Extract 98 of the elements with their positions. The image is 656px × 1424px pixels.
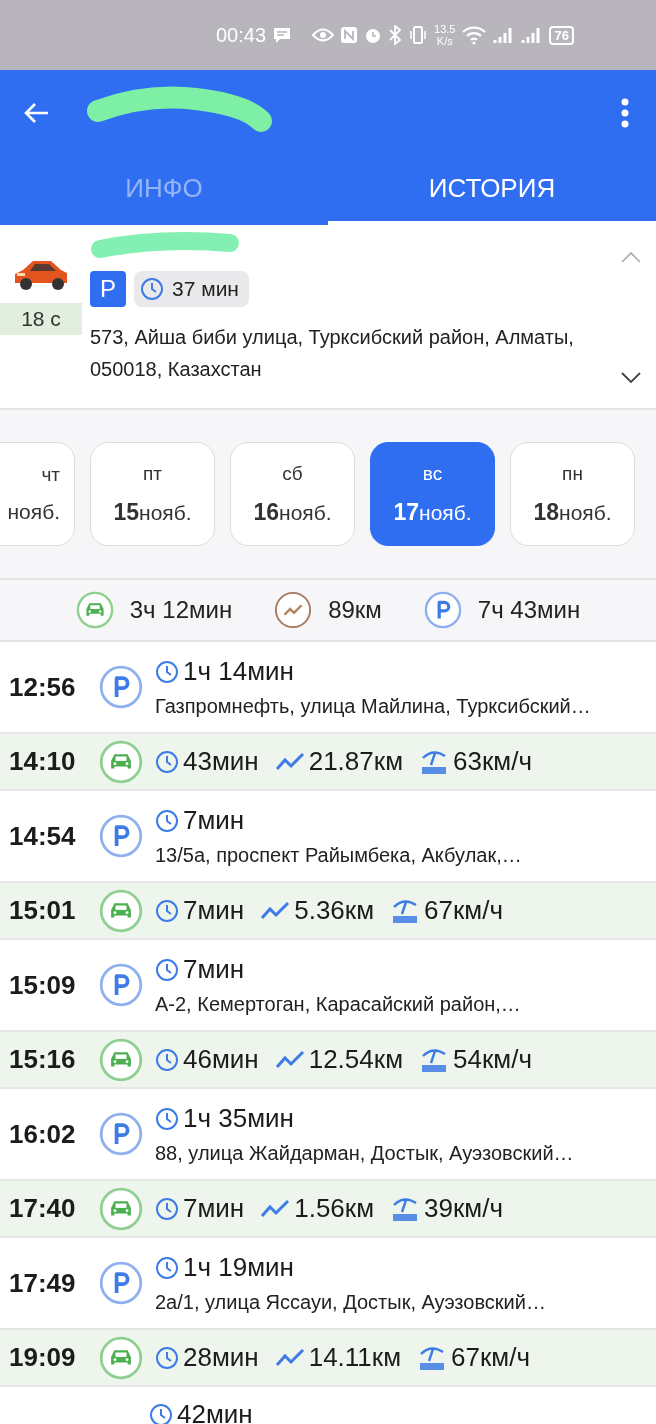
parking-address: Газпромнефть, улица Майлина, Турксибский…	[155, 695, 591, 718]
clock-icon	[155, 1196, 179, 1221]
car-icon	[75, 591, 114, 629]
row-time: 15:09	[9, 969, 77, 1001]
parking-icon	[99, 1112, 143, 1156]
parking-duration: 7мин	[183, 954, 245, 985]
row-time: 14:54	[9, 820, 77, 852]
last-update-label: 18 с	[0, 303, 82, 335]
duration-chip: 37 мин	[134, 271, 249, 307]
car-icon	[99, 1335, 143, 1380]
parking-badge: P	[90, 271, 126, 307]
parking-duration: 42мин	[177, 1399, 253, 1424]
car-icon	[99, 1037, 143, 1082]
more-options-icon[interactable]	[620, 96, 630, 129]
route-icon	[274, 751, 305, 772]
trip-duration: 43мин	[183, 746, 259, 777]
clock-icon	[155, 1255, 179, 1280]
parking-icon	[423, 591, 462, 629]
trip-distance: 14.11км	[308, 1342, 402, 1373]
car-icon	[99, 888, 143, 933]
trip-distance: 12.54км	[308, 1044, 403, 1075]
row-time: 17:49	[9, 1267, 77, 1299]
trip-row[interactable]: 17:40 7мин 1.56км 39км/ч	[0, 1181, 656, 1238]
clock-icon	[155, 808, 179, 833]
max-speed: 67км/ч	[451, 1342, 531, 1373]
message-icon	[272, 26, 293, 44]
trip-row[interactable]: 19:09 28мин 14.11км 67км/ч	[0, 1330, 656, 1387]
route-icon	[260, 1198, 291, 1219]
parking-duration: 1ч 35мин	[183, 1103, 294, 1134]
clock-icon	[140, 277, 164, 301]
day-chip[interactable]: пн 18нояб.	[510, 442, 635, 546]
route-icon	[274, 1347, 305, 1368]
trip-distance: 5.36км	[294, 895, 375, 926]
parking-icon	[99, 963, 143, 1007]
bluetooth-icon	[388, 25, 403, 45]
back-arrow-icon[interactable]	[24, 101, 50, 124]
car-icon	[99, 1186, 143, 1231]
row-time: 16:02	[9, 1118, 77, 1150]
parking-icon	[99, 665, 143, 709]
day-chip[interactable]: вс 17нояб.	[370, 442, 495, 546]
trip-duration: 46мин	[183, 1044, 259, 1075]
route-icon	[260, 900, 291, 921]
day-chip[interactable]: пт 15нояб.	[90, 442, 215, 546]
chevron-down-icon[interactable]	[621, 372, 641, 384]
clock-icon	[155, 957, 179, 982]
parking-icon	[99, 1261, 143, 1305]
trip-row[interactable]: 14:10 43мин 21.87км 63км/ч	[0, 734, 656, 791]
clock-icon	[155, 1047, 179, 1072]
row-time: 15:16	[9, 1044, 77, 1075]
row-time: 19:09	[9, 1342, 77, 1373]
parking-address: 88, улица Жайдарман, Достык, Ауэзовский…	[155, 1142, 574, 1165]
parking-duration: 1ч 14мин	[183, 656, 294, 687]
vibrate-icon	[408, 25, 429, 45]
clock-icon	[155, 659, 179, 684]
alarm-icon	[364, 26, 383, 44]
trip-duration: 7мин	[183, 1193, 245, 1224]
parking-address: 2а/1, улица Яссауи, Достык, Ауэзовский…	[155, 1291, 546, 1314]
parking-address: 13/5а, проспект Райымбека, Акбулак,…	[155, 844, 522, 867]
clock-icon	[155, 898, 179, 923]
clock-icon	[149, 1402, 173, 1424]
parking-address: А-2, Кемертоган, Карасайский район,…	[155, 993, 521, 1016]
eye-icon	[312, 27, 335, 43]
row-time: 17:40	[9, 1193, 77, 1224]
clock-icon	[155, 749, 179, 774]
row-time: 15:01	[9, 895, 77, 926]
battery-level: 76	[549, 25, 574, 45]
vehicle-address: 573, Айша биби улица, Турксибский район, Алматы, 050018, Казахстан	[90, 325, 575, 382]
wifi-icon	[461, 25, 488, 45]
parking-total: 7ч 43мин	[477, 596, 581, 624]
trip-distance: 1.56км	[294, 1193, 375, 1224]
trip-duration: 7мин	[183, 895, 245, 926]
chevron-up-icon[interactable]	[621, 251, 641, 263]
trip-duration: 28мин	[183, 1342, 259, 1373]
status-time: 00:43	[216, 23, 267, 47]
max-speed: 67км/ч	[424, 895, 504, 926]
row-time: 14:10	[9, 746, 77, 777]
parking-duration: 7мин	[183, 805, 245, 836]
trip-distance: 21.87км	[308, 746, 403, 777]
trip-row[interactable]: 15:16 46мин 12.54км 54км/ч	[0, 1032, 656, 1089]
clock-icon	[155, 1345, 179, 1370]
distance-total: 89км	[328, 596, 382, 624]
route-icon	[274, 1049, 305, 1070]
network-speed: 13.5 K/s	[434, 23, 456, 47]
day-chip[interactable]: сб 16нояб.	[230, 442, 355, 546]
parking-icon	[99, 814, 143, 858]
trend-icon	[274, 591, 313, 629]
driving-total: 3ч 12мин	[129, 596, 233, 624]
tab[interactable]: ИСТОРИЯ	[328, 155, 656, 225]
max-speed: 39км/ч	[424, 1193, 504, 1224]
car-icon	[99, 739, 143, 784]
row-time: 12:56	[9, 671, 77, 703]
day-chip[interactable]: чт нояб.	[0, 442, 75, 546]
trip-row[interactable]: 15:01 7мин 5.36км 67км/ч	[0, 883, 656, 940]
max-speed: 63км/ч	[453, 746, 532, 777]
parking-duration: 1ч 19мин	[183, 1252, 294, 1283]
max-speed: 54км/ч	[453, 1044, 532, 1075]
clock-icon	[155, 1106, 179, 1131]
nfc-icon	[340, 26, 359, 44]
